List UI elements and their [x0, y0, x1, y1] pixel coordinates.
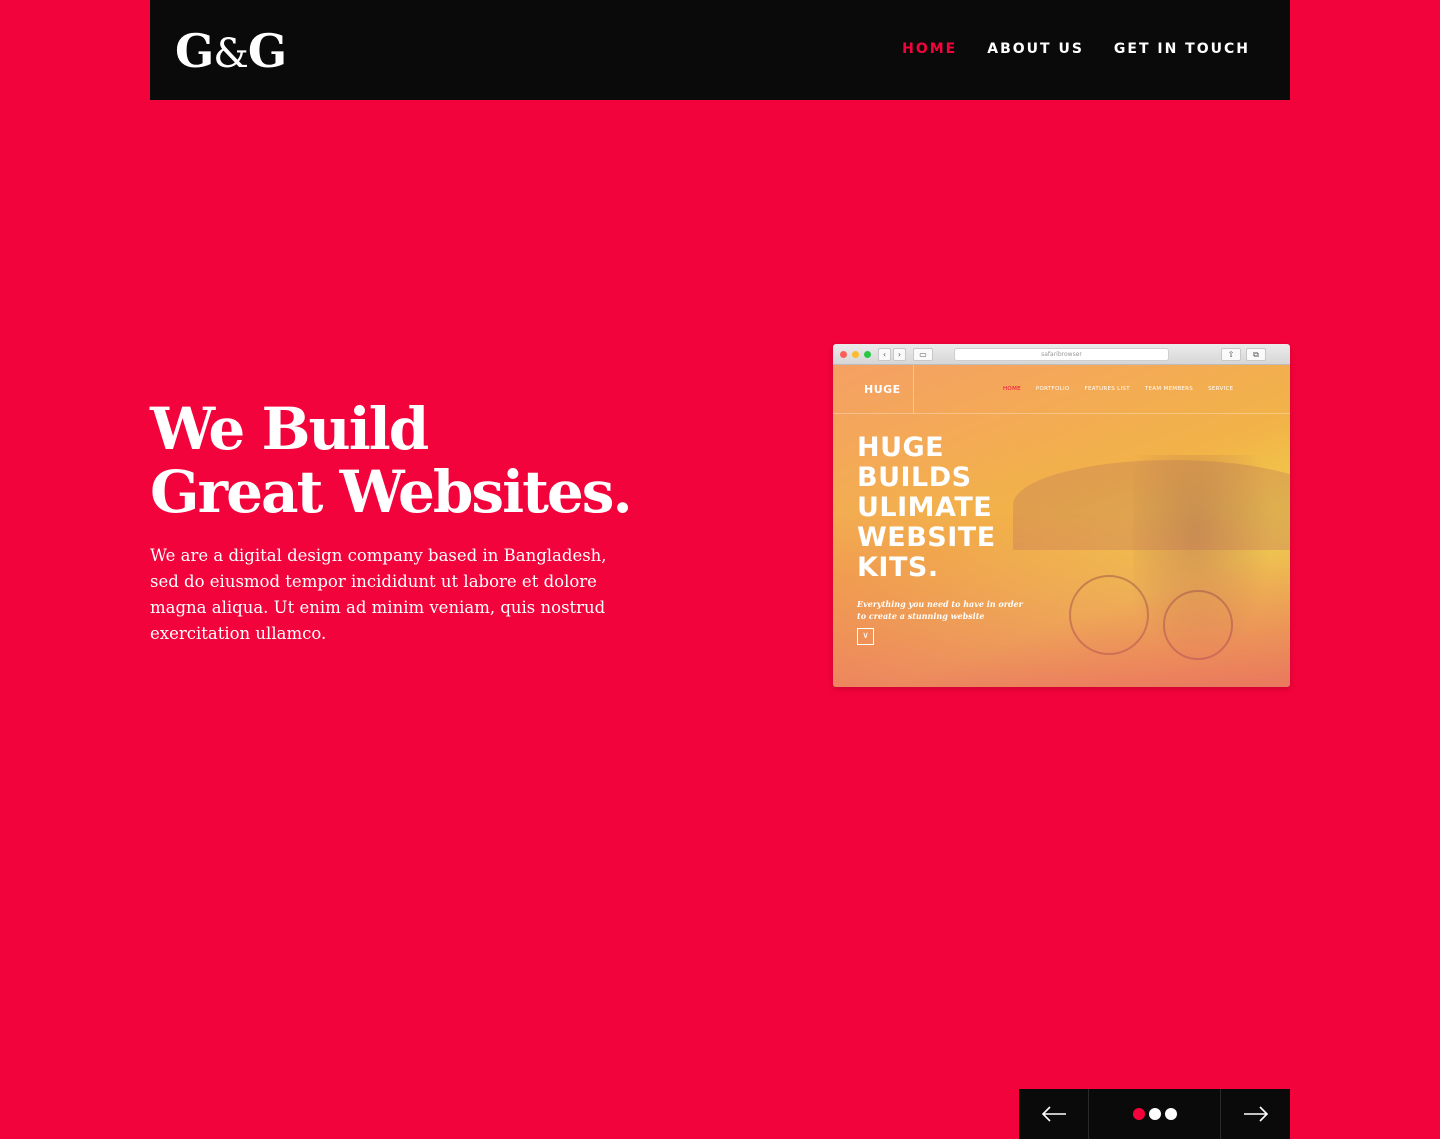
slider-next-button[interactable]: [1220, 1089, 1290, 1139]
hero-title-line-1: We Build: [150, 395, 429, 463]
hero-title-line-2: Great Websites.: [150, 458, 633, 526]
sidebar-icon: ▭: [913, 348, 933, 361]
top-navbar: G&G HOME ABOUT US GET IN TOUCH: [150, 0, 1290, 100]
slider-dot-1[interactable]: [1132, 1108, 1145, 1120]
chevron-down-icon: ∨: [857, 628, 874, 645]
slider-dot-2[interactable]: [1148, 1108, 1161, 1120]
slider-dot-3[interactable]: [1164, 1108, 1177, 1120]
mockup-subtext: Everything you need to have in order to …: [857, 599, 1023, 621]
hero-title: We Build Great Websites.: [150, 395, 633, 526]
chevron-right-icon: ›: [893, 348, 906, 361]
logo-ampersand: &: [213, 31, 249, 77]
mockup-headline: HUGE BUILDS ULIMATE WEBSITE KITS.: [857, 432, 996, 583]
nav-about-us[interactable]: ABOUT US: [987, 41, 1084, 57]
arrow-right-icon: [1243, 1106, 1268, 1122]
mockup-menu-item: TEAM MEMBERS: [1144, 386, 1194, 392]
slider-dots: [1089, 1089, 1220, 1139]
mockup-browser-toolbar: ‹ › ▭ safaribrowser ⇧ ⧉: [833, 344, 1290, 365]
mockup-menu-item: HOME: [1003, 386, 1021, 392]
logo[interactable]: G&G: [175, 24, 287, 78]
mockup-page: HUGE HOME PORTFOLIO FEATURES LIST TEAM M…: [833, 365, 1290, 687]
close-dot-icon: [840, 351, 847, 358]
logo-letter-right: G: [247, 24, 287, 78]
main-nav: HOME ABOUT US GET IN TOUCH: [902, 41, 1250, 57]
nav-home[interactable]: HOME: [902, 41, 957, 57]
mockup-url-bar: safaribrowser: [954, 348, 1169, 361]
hero-description: We are a digital design company based in…: [150, 546, 607, 643]
slider-prev-button[interactable]: [1019, 1089, 1089, 1139]
chevron-left-icon: ‹: [878, 348, 891, 361]
zoom-dot-icon: [864, 351, 871, 358]
mockup-menu-item: FEATURES LIST: [1084, 386, 1130, 392]
tabs-icon: ⧉: [1246, 348, 1266, 361]
mockup-menu: HOME PORTFOLIO FEATURES LIST TEAM MEMBER…: [1003, 386, 1233, 392]
nav-get-in-touch[interactable]: GET IN TOUCH: [1114, 41, 1250, 57]
share-icon: ⇧: [1221, 348, 1241, 361]
mockup-menu-item: SERVICE: [1208, 386, 1234, 392]
slider-controls: [1019, 1089, 1290, 1139]
mockup-brand: HUGE: [864, 383, 901, 396]
minimize-dot-icon: [852, 351, 859, 358]
arrow-left-icon: [1041, 1106, 1066, 1122]
mockup-menu-item: PORTFOLIO: [1035, 386, 1070, 392]
logo-letter-left: G: [175, 24, 214, 78]
browser-mockup-image: ‹ › ▭ safaribrowser ⇧ ⧉ HUGE HOME PORTFO…: [833, 344, 1290, 687]
